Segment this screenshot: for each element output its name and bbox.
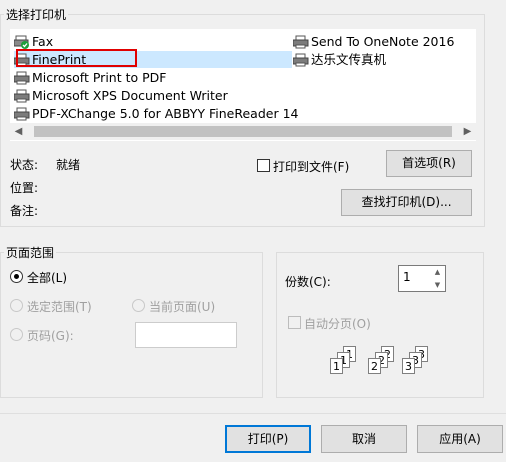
print-to-file-checkbox[interactable] (257, 159, 270, 172)
collate-illustration: 1 1 1 2 2 2 3 3 3 (330, 346, 434, 378)
selected-printer-highlight-box (16, 49, 137, 67)
preferences-button[interactable]: 首选项(R) (386, 150, 472, 177)
find-printer-button[interactable]: 查找打印机(D)... (341, 189, 472, 216)
location-label: 位置: (10, 181, 39, 195)
page-range-selection-radio[interactable] (10, 299, 23, 312)
printer-list-hscrollbar[interactable]: ◀ ▶ (10, 123, 476, 140)
printer-item-label: 达乐文传真机 (311, 52, 387, 67)
cancel-button[interactable]: 取消 (321, 425, 407, 453)
printer-item-fax[interactable]: Fax (14, 33, 53, 50)
scrollbar-thumb[interactable] (34, 126, 452, 137)
page-range-selection-label: 选定范围(T) (27, 300, 92, 314)
page-range-current-radio[interactable] (132, 299, 145, 312)
printer-group-title: 选择打印机 (4, 6, 69, 23)
copies-value: 1 (403, 270, 411, 284)
spin-down-icon[interactable]: ▼ (430, 279, 445, 292)
collate-checkbox[interactable] (288, 316, 301, 329)
printer-item-label: PDF-XChange 5.0 for ABBYY FineReader 14 (32, 106, 299, 121)
page-range-pages-label: 页码(G): (27, 329, 74, 343)
printer-item-label: Microsoft Print to PDF (32, 70, 167, 85)
page-range-current-label: 当前页面(U) (149, 300, 216, 314)
printer-item-ms-pdf[interactable]: Microsoft Print to PDF (14, 69, 166, 86)
pages-input[interactable] (135, 322, 237, 348)
printer-icon (14, 71, 30, 85)
page-range-pages-radio[interactable] (10, 328, 23, 341)
printer-item-dale-fax[interactable]: 达乐文传真机 (293, 51, 386, 68)
status-label: 状态: (10, 158, 39, 172)
scroll-right-icon[interactable]: ▶ (459, 123, 476, 140)
printer-item-label: Fax (32, 34, 54, 49)
radio-selected-dot (14, 274, 19, 279)
collate-label: 自动分页(O) (304, 317, 371, 331)
printer-item-label: Microsoft XPS Document Writer (32, 88, 228, 103)
print-to-file-label: 打印到文件(F) (273, 160, 350, 174)
printer-icon (293, 35, 309, 49)
printer-item-onenote[interactable]: Send To OneNote 2016 (293, 33, 454, 50)
printer-item-xps[interactable]: Microsoft XPS Document Writer (14, 87, 228, 104)
printer-icon (293, 53, 309, 67)
footer-divider (0, 413, 506, 414)
printer-item-pdfxchange[interactable]: PDF-XChange 5.0 for ABBYY FineReader 14 (14, 105, 299, 122)
collate-page-icon: 3 (402, 358, 415, 374)
apply-button[interactable]: 应用(A) (417, 425, 503, 453)
page-range-title: 页面范围 (4, 244, 57, 261)
scroll-left-icon[interactable]: ◀ (10, 123, 27, 140)
printer-icon (14, 107, 30, 121)
page-range-all-radio[interactable] (10, 270, 23, 283)
page-range-all-label: 全部(L) (27, 271, 68, 285)
collate-page-icon: 2 (368, 358, 381, 374)
spin-up-icon[interactable]: ▲ (430, 266, 445, 279)
status-value: 就绪 (56, 158, 81, 172)
comment-label: 备注: (10, 204, 39, 218)
copies-label: 份数(C): (285, 275, 331, 289)
printer-icon (14, 89, 30, 103)
printer-item-label: Send To OneNote 2016 (311, 34, 455, 49)
fax-printer-icon (14, 35, 30, 49)
copies-input[interactable]: 1 ▲ ▼ (398, 265, 446, 292)
print-button[interactable]: 打印(P) (225, 425, 311, 453)
collate-page-icon: 1 (330, 358, 343, 374)
